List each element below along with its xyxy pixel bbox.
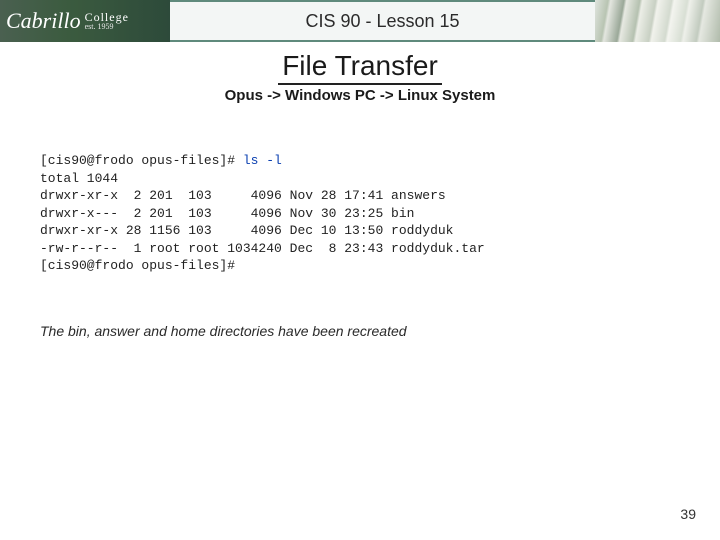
command-text: ls -l bbox=[243, 153, 282, 168]
page-subtitle: Opus -> Windows PC -> Linux System bbox=[0, 87, 720, 104]
page-title: File Transfer bbox=[278, 50, 442, 85]
prompt-line-2: [cis90@frodo opus-files]# bbox=[40, 258, 235, 273]
output-line: -rw-r--r-- 1 root root 1034240 Dec 8 23:… bbox=[40, 241, 485, 256]
logo-est-text: est. 1959 bbox=[85, 23, 129, 31]
slide-caption: The bin, answer and home directories hav… bbox=[40, 323, 680, 339]
logo-script-text: Cabrillo bbox=[6, 10, 81, 32]
page-number: 39 bbox=[680, 506, 696, 522]
output-line: drwxr-xr-x 28 1156 103 4096 Dec 10 13:50… bbox=[40, 223, 453, 238]
output-line: drwxr-xr-x 2 201 103 4096 Nov 28 17:41 a… bbox=[40, 188, 446, 203]
header-photo bbox=[595, 0, 720, 42]
lesson-title-bar: CIS 90 - Lesson 15 bbox=[170, 0, 595, 42]
output-line: total 1044 bbox=[40, 171, 118, 186]
shell-prompt: [cis90@frodo opus-files]# bbox=[40, 153, 243, 168]
lesson-title: CIS 90 - Lesson 15 bbox=[305, 11, 459, 32]
prompt-line-1: [cis90@frodo opus-files]# ls -l bbox=[40, 153, 282, 168]
header-band: Cabrillo College est. 1959 CIS 90 - Less… bbox=[0, 0, 720, 42]
college-logo: Cabrillo College est. 1959 bbox=[0, 0, 170, 42]
output-line: drwxr-x--- 2 201 103 4096 Nov 30 23:25 b… bbox=[40, 206, 414, 221]
terminal-output: [cis90@frodo opus-files]# ls -l total 10… bbox=[40, 152, 680, 275]
